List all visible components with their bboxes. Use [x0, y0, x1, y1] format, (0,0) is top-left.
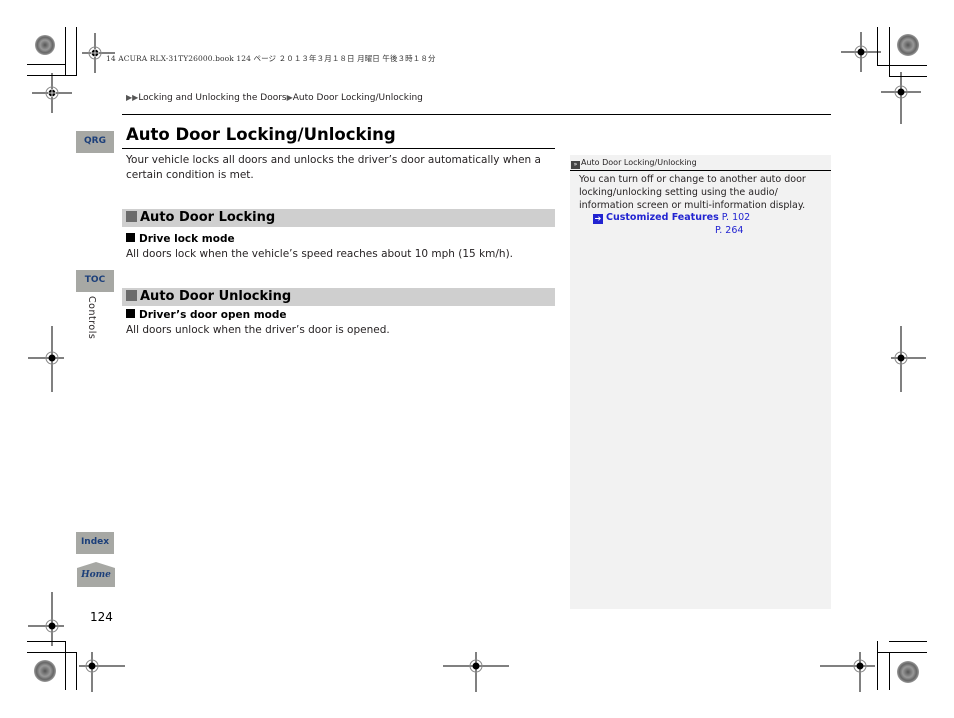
crop-mark	[889, 641, 927, 642]
crop-mark	[877, 641, 878, 690]
breadcrumb: ▶▶Locking and Unlocking the Doors▶Auto D…	[126, 93, 423, 103]
breadcrumb-item: Auto Door Locking/Unlocking	[292, 93, 423, 103]
subheading: Drive lock mode	[126, 233, 235, 245]
registration-disc-icon	[34, 660, 56, 682]
registration-disc-icon	[897, 661, 919, 683]
registration-disc-icon	[897, 34, 919, 56]
note-heading-text: Auto Door Locking/Unlocking	[581, 158, 697, 167]
arrow-right-icon: ➔	[593, 214, 603, 224]
section-heading-text: Auto Door Locking	[140, 210, 276, 225]
crop-mark	[889, 652, 890, 690]
section-body: All doors unlock when the driver’s door …	[126, 324, 390, 336]
crosshair-icon	[891, 326, 926, 392]
crosshair-icon	[79, 652, 125, 692]
breadcrumb-item[interactable]: Locking and Unlocking the Doors	[138, 93, 286, 103]
header-rule	[122, 114, 831, 115]
registration-disc-icon	[35, 35, 55, 55]
section-heading-text: Auto Door Unlocking	[140, 289, 292, 304]
crop-mark	[65, 641, 66, 690]
square-bullet-icon	[126, 309, 135, 318]
crop-mark	[877, 652, 927, 653]
subheading-text: Drive lock mode	[139, 233, 235, 245]
note-body: You can turn off or change to another au…	[579, 174, 806, 211]
crosshair-icon	[820, 652, 875, 692]
page-number: 124	[90, 610, 113, 624]
crosshair-icon	[443, 652, 509, 692]
subheading-text: Driver’s door open mode	[139, 309, 287, 321]
breadcrumb-arrow-icon: ▶▶	[126, 93, 139, 102]
crosshair-icon	[881, 72, 921, 124]
home-tab[interactable]: Home	[77, 562, 115, 587]
title-rule	[122, 148, 555, 149]
link-page[interactable]: P. 264	[715, 225, 743, 236]
section-body: All doors lock when the vehicle’s speed …	[126, 248, 514, 260]
cross-reference-link[interactable]: ➔ Customized Features P. 102	[593, 212, 750, 224]
crop-mark	[889, 27, 890, 77]
page-title: Auto Door Locking/Unlocking	[126, 125, 396, 144]
crosshair-icon	[28, 592, 64, 646]
note-heading: » Auto Door Locking/Unlocking	[570, 155, 831, 171]
crop-mark	[877, 65, 927, 66]
chapter-label: Controls	[86, 296, 97, 340]
crop-mark	[27, 641, 66, 642]
square-bullet-icon	[126, 211, 137, 222]
link-page[interactable]: P. 102	[722, 212, 750, 223]
crop-mark	[27, 652, 77, 653]
crosshair-icon	[841, 32, 881, 72]
square-bullet-icon	[126, 233, 135, 242]
double-chevron-icon: »	[571, 161, 580, 169]
crosshair-icon	[32, 73, 72, 113]
print-header: 14 ACURA RLX-31TY26000.book 124 ページ ２０１３…	[106, 54, 436, 63]
toc-tab[interactable]: TOC	[76, 270, 114, 292]
crop-mark	[65, 27, 66, 75]
intro-text: Your vehicle locks all doors and unlocks…	[126, 154, 541, 181]
subheading: Driver’s door open mode	[126, 309, 287, 321]
square-bullet-icon	[126, 290, 137, 301]
crop-mark	[27, 64, 66, 65]
crop-mark	[76, 652, 77, 690]
crosshair-icon	[28, 326, 64, 392]
home-label: Home	[81, 570, 111, 580]
section-heading: Auto Door Locking	[122, 209, 555, 227]
section-heading: Auto Door Unlocking	[122, 288, 555, 306]
index-tab[interactable]: Index	[76, 532, 114, 554]
qrg-tab[interactable]: QRG	[76, 131, 114, 153]
link-label[interactable]: Customized Features	[606, 212, 719, 223]
